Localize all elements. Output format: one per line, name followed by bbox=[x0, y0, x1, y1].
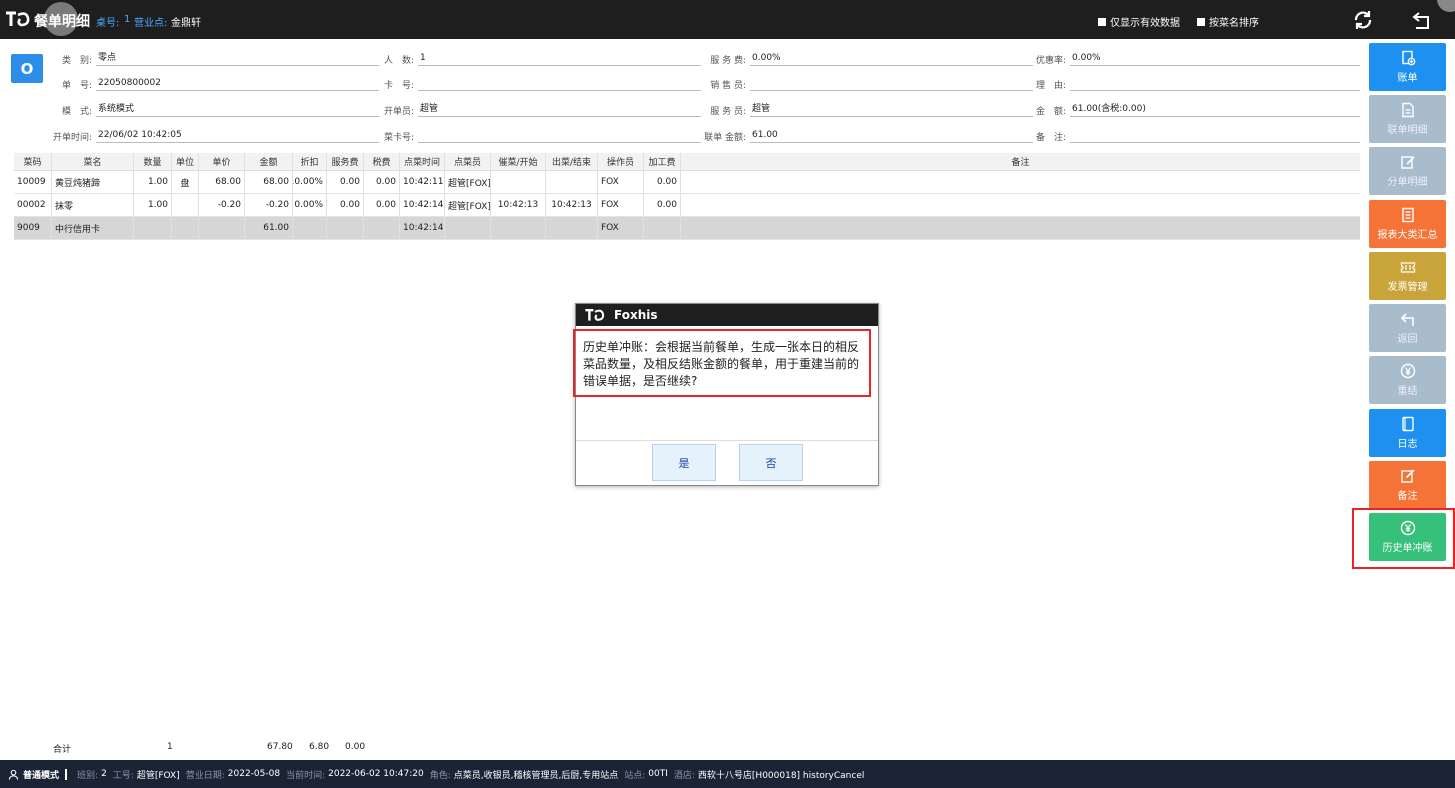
outlet-label: 营业点: bbox=[134, 18, 168, 29]
info-card: 卡 号: bbox=[378, 73, 701, 91]
info-reason: 理 由: bbox=[1032, 73, 1360, 91]
return-button[interactable]: 返回 bbox=[1369, 304, 1446, 352]
info-discount-rate: 优惠率: 0.00% bbox=[1032, 48, 1360, 66]
info-people: 人 数: 1 bbox=[378, 48, 701, 66]
yes-button[interactable]: 是 bbox=[652, 444, 716, 481]
report-summary-button[interactable]: 报表大类汇总 bbox=[1369, 200, 1446, 248]
report-icon bbox=[1401, 207, 1414, 223]
mode-label: 普通模式 bbox=[23, 770, 60, 781]
user-icon bbox=[8, 769, 19, 780]
app-logo bbox=[4, 9, 32, 29]
info-bill-no: 单 号: 22050800002 bbox=[48, 73, 379, 91]
col-header: 加工费 bbox=[644, 153, 681, 170]
linked-detail-button[interactable]: 联单明细 bbox=[1369, 95, 1446, 143]
table-row[interactable]: 10009 黄豆炖猪蹄 1.00 盘 68.00 68.00 10.00% 0.… bbox=[14, 171, 1360, 194]
role-value: 点菜员,收银员,稽核管理员,后厨,专用站点 bbox=[453, 770, 619, 781]
col-header: 税费 bbox=[364, 153, 400, 170]
edit-doc-icon bbox=[1400, 156, 1415, 169]
table-value: 1 bbox=[124, 14, 131, 25]
yen-circle-icon bbox=[1400, 363, 1415, 379]
total-amount: 67.80 bbox=[267, 742, 293, 752]
dialog-divider bbox=[576, 440, 878, 441]
col-header: 金额 bbox=[245, 153, 293, 170]
col-header: 备注 bbox=[1011, 158, 1030, 168]
col-header: 催菜/开始 bbox=[491, 153, 546, 170]
info-server: 服 务 员: 超管 bbox=[700, 99, 1033, 117]
col-header: 服务费 bbox=[327, 153, 364, 170]
info-menu-card: 菜卡号: bbox=[378, 125, 701, 143]
dialog-message: 历史单冲账：会根据当前餐单，生成一张本日的相反菜品数量，及相反结账金额的餐单，用… bbox=[573, 329, 871, 397]
table-label: 桌号: bbox=[96, 18, 120, 29]
hotel-value: 西软十八号店[H000018] historyCancel bbox=[697, 770, 865, 781]
resettle-button[interactable]: 重结 bbox=[1369, 356, 1446, 404]
col-header: 单价 bbox=[199, 153, 245, 170]
total-label: 合计 bbox=[53, 745, 72, 755]
col-header: 菜码 bbox=[14, 153, 52, 170]
confirm-dialog: Foxhis 历史单冲账：会根据当前餐单，生成一张本日的相反菜品数量，及相反结账… bbox=[573, 303, 879, 486]
bill-button[interactable]: 账单 bbox=[1369, 43, 1446, 91]
dialog-title-bar: Foxhis bbox=[576, 304, 878, 326]
col-header: 单位 bbox=[172, 153, 199, 170]
back-icon[interactable] bbox=[1410, 8, 1434, 32]
order-items-table: 菜码 菜名 数量 单位 单价 金额 折扣 服务费 税费 点菜时间 点菜员 催菜/… bbox=[14, 153, 1360, 240]
avatar: O bbox=[11, 54, 43, 83]
status-bar: 普通模式 班别: 2 工号: 超管[FOX] 营业日期: 2022-05-08 当前时… bbox=[0, 760, 1455, 788]
page-title: 餐单明细 bbox=[34, 14, 90, 30]
info-remark: 备 注: bbox=[1032, 125, 1360, 143]
station-value: 00TI bbox=[648, 769, 668, 779]
info-linked-amount: 联单 金额: 61.00 bbox=[700, 125, 1033, 143]
info-opener: 开单员: 超管 bbox=[378, 99, 701, 117]
col-header: 点菜时间 bbox=[400, 153, 445, 170]
total-service: 0.00 bbox=[345, 742, 366, 752]
sort-by-name-checkbox[interactable]: 按菜名排序 bbox=[1197, 14, 1259, 29]
highlight-box bbox=[1352, 508, 1455, 569]
total-discount: 6.80 bbox=[309, 742, 330, 752]
return-icon bbox=[1400, 313, 1414, 326]
invoice-management-button[interactable]: 发票管理 bbox=[1369, 252, 1446, 300]
shift-value: 2 bbox=[101, 769, 107, 779]
col-header: 操作员 bbox=[598, 153, 644, 170]
table-row-selected[interactable]: 9009 中行信用卡 61.00 10:42:14 FOX bbox=[14, 217, 1360, 240]
invoice-icon bbox=[1400, 262, 1415, 273]
biz-date-value: 2022-05-08 bbox=[227, 769, 281, 779]
bill-add-icon bbox=[1401, 50, 1415, 66]
no-button[interactable]: 否 bbox=[739, 444, 803, 481]
col-header: 出菜/结束 bbox=[546, 153, 598, 170]
current-time-value: 2022-06-02 10:47:20 bbox=[328, 769, 424, 779]
table-header: 菜码 菜名 数量 单位 单价 金额 折扣 服务费 税费 点菜时间 点菜员 催菜/… bbox=[14, 153, 1360, 171]
remark-button[interactable]: 备注 bbox=[1369, 461, 1446, 509]
info-mode: 模 式: 系统模式 bbox=[48, 99, 379, 117]
log-icon bbox=[1401, 416, 1414, 432]
total-quantity: 1 bbox=[167, 742, 173, 752]
dialog-title: Foxhis bbox=[614, 308, 658, 322]
col-header: 折扣 bbox=[293, 153, 327, 170]
info-amount: 金 额: 61.00(含税:0.00) bbox=[1032, 99, 1360, 117]
col-header: 菜名 bbox=[52, 153, 134, 170]
log-button[interactable]: 日志 bbox=[1369, 409, 1446, 457]
outlet-value: 金鼎轩 bbox=[171, 18, 201, 29]
worker-value: 超管[FOX] bbox=[136, 770, 180, 781]
document-icon bbox=[1401, 102, 1414, 118]
info-salesman: 销 售 员: bbox=[700, 73, 1033, 91]
valid-only-checkbox[interactable]: 仅显示有效数据 bbox=[1098, 14, 1180, 29]
refresh-icon[interactable] bbox=[1351, 8, 1375, 32]
col-header: 点菜员 bbox=[445, 153, 491, 170]
table-row[interactable]: 00002 抹零 1.00 -0.20 -0.20 0.00% 0.00 0.0… bbox=[14, 194, 1360, 217]
divider bbox=[65, 768, 68, 780]
top-bar: 餐单明细 桌号: 1 营业点: 金鼎轩 仅显示有效数据 按菜名排序 bbox=[0, 0, 1455, 39]
col-header: 数量 bbox=[134, 153, 172, 170]
info-type: 类 别: 零点 bbox=[48, 48, 379, 66]
note-edit-icon bbox=[1400, 469, 1415, 483]
info-service-fee: 服 务 费: 0.00% bbox=[700, 48, 1033, 66]
app-logo-icon bbox=[585, 309, 605, 321]
split-detail-button[interactable]: 分单明细 bbox=[1369, 147, 1446, 195]
info-open-time: 开单时间: 22/06/02 10:42:05 bbox=[48, 125, 379, 143]
touch-indicator-corner bbox=[1437, 0, 1455, 12]
